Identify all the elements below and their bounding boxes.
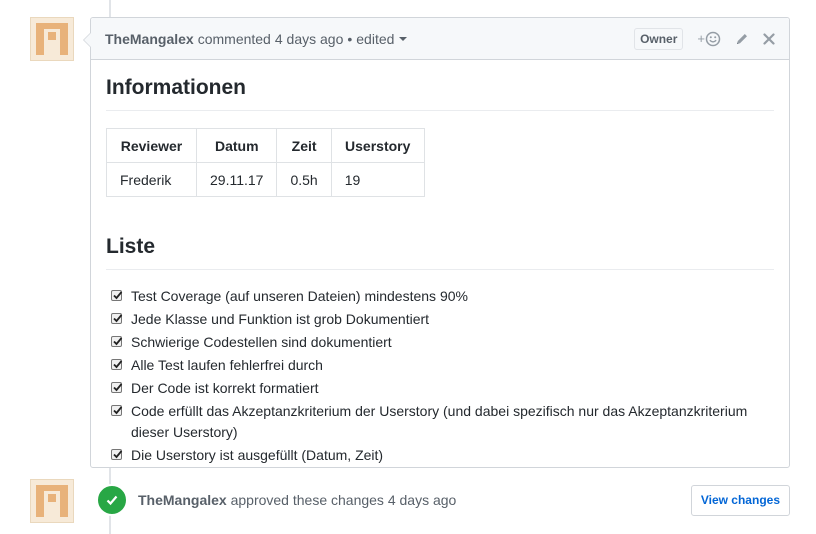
review-text: TheMangalex approved these changes 4 day… bbox=[138, 492, 456, 508]
checkmark-icon bbox=[113, 314, 123, 323]
separator: • bbox=[347, 30, 353, 47]
checkmark-icon bbox=[113, 360, 123, 369]
task-text: Alle Test laufen fehlerfrei durch bbox=[131, 357, 323, 373]
task-item: Jede Klasse und Funktion ist grob Dokume… bbox=[111, 309, 774, 330]
info-table: Reviewer Datum Zeit Userstory Frederik 2… bbox=[106, 128, 425, 197]
pencil-icon bbox=[737, 33, 747, 44]
task-item: Code erfüllt das Akzeptanzkriterium der … bbox=[111, 401, 774, 443]
comment-action: commented bbox=[197, 30, 271, 47]
owner-badge: Owner bbox=[634, 27, 684, 50]
comment-timestamp[interactable]: 4 days ago bbox=[275, 31, 344, 47]
avatar[interactable] bbox=[30, 17, 74, 61]
task-item: Schwierige Codestellen sind dokumentiert bbox=[111, 332, 774, 353]
task-text: Die Userstory ist ausgefüllt (Datum, Zei… bbox=[131, 447, 384, 463]
table-cell: Frederik bbox=[106, 162, 197, 197]
review-timestamp[interactable]: 4 days ago bbox=[388, 492, 457, 508]
heading-liste: Liste bbox=[106, 219, 774, 270]
edited-dropdown[interactable]: edited bbox=[356, 30, 408, 47]
col-header: Userstory bbox=[330, 128, 425, 163]
task-list: Test Coverage (auf unseren Dateien) mind… bbox=[106, 286, 774, 466]
checkmark-icon bbox=[113, 383, 123, 392]
col-header: Datum bbox=[195, 128, 278, 163]
comment-body: Informationen Reviewer Datum Zeit Userst… bbox=[91, 60, 789, 466]
task-checkbox[interactable] bbox=[111, 359, 123, 370]
table-cell: 0.5h bbox=[276, 162, 332, 197]
table-cell: 19 bbox=[330, 162, 425, 197]
col-header: Zeit bbox=[276, 128, 332, 163]
comment-actions: Owner + bbox=[634, 27, 775, 50]
view-changes-button[interactable]: View changes bbox=[690, 484, 790, 516]
checkmark-icon bbox=[113, 337, 123, 346]
smiley-icon bbox=[705, 31, 721, 46]
task-item: Test Coverage (auf unseren Dateien) mind… bbox=[111, 286, 774, 307]
close-icon bbox=[763, 32, 775, 45]
chevron-down-icon bbox=[399, 36, 408, 41]
review-author[interactable]: TheMangalex bbox=[138, 492, 227, 508]
task-item: Die Userstory ist ausgefüllt (Datum, Zei… bbox=[111, 445, 774, 466]
task-checkbox[interactable] bbox=[111, 313, 123, 324]
checkmark-icon bbox=[113, 291, 123, 300]
task-checkbox[interactable] bbox=[111, 382, 123, 393]
add-reaction-button[interactable]: + bbox=[697, 31, 721, 47]
edit-button[interactable] bbox=[735, 32, 749, 46]
col-header: Reviewer bbox=[106, 128, 197, 163]
task-item: Der Code ist korrekt formatiert bbox=[111, 378, 774, 399]
comment-author[interactable]: TheMangalex bbox=[105, 31, 194, 47]
task-text: Jede Klasse und Funktion ist grob Dokume… bbox=[131, 311, 430, 327]
comment-header: TheMangalex commented 4 days ago • edite… bbox=[91, 18, 789, 60]
task-checkbox[interactable] bbox=[111, 336, 123, 347]
table-row: Frederik 29.11.17 0.5h 19 bbox=[106, 162, 425, 197]
task-text: Test Coverage (auf unseren Dateien) mind… bbox=[131, 288, 468, 304]
avatar[interactable] bbox=[30, 479, 74, 523]
task-checkbox[interactable] bbox=[111, 449, 123, 460]
task-text: Der Code ist korrekt formatiert bbox=[131, 380, 319, 396]
check-icon bbox=[106, 495, 118, 506]
delete-button[interactable] bbox=[763, 32, 775, 45]
comment-box: TheMangalex commented 4 days ago • edite… bbox=[83, 17, 790, 468]
edited-label: edited bbox=[356, 30, 395, 47]
table-cell: 29.11.17 bbox=[195, 162, 278, 197]
task-checkbox[interactable] bbox=[111, 290, 123, 301]
task-text: Schwierige Codestellen sind dokumentiert bbox=[131, 334, 392, 350]
heading-informationen: Informationen bbox=[106, 60, 774, 111]
review-event: TheMangalex approved these changes 4 day… bbox=[96, 484, 790, 516]
task-text: Code erfüllt das Akzeptanzkriterium der … bbox=[131, 403, 748, 440]
checkmark-icon bbox=[113, 406, 123, 415]
checkmark-icon bbox=[113, 450, 123, 459]
approved-badge bbox=[96, 484, 128, 516]
task-item: Alle Test laufen fehlerfrei durch bbox=[111, 355, 774, 376]
task-checkbox[interactable] bbox=[111, 405, 123, 416]
review-action: approved these changes bbox=[230, 492, 384, 508]
plus-label: + bbox=[697, 31, 705, 46]
table-header-row: Reviewer Datum Zeit Userstory bbox=[106, 128, 425, 163]
